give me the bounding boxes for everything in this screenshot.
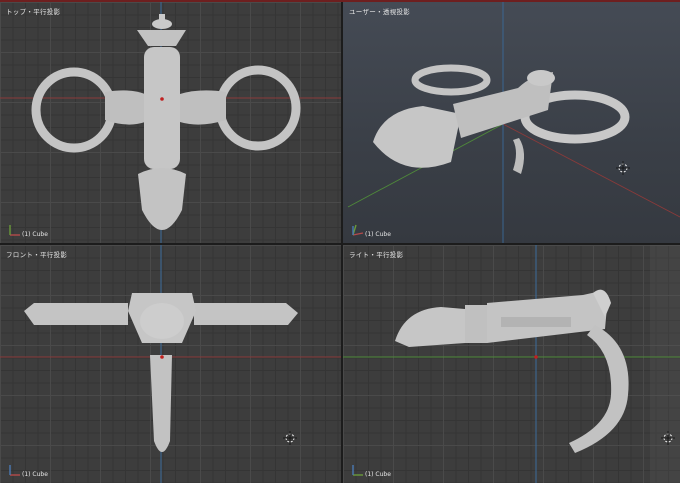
viewport-title: フロント・平行投影 <box>6 251 68 259</box>
active-object-label: (1) Cube <box>365 471 391 478</box>
user-view-scene <box>347 2 680 243</box>
viewport-right[interactable]: ライト・平行投影 (1) Cube <box>343 245 680 483</box>
model-front <box>24 293 298 452</box>
viewport-user-perspective[interactable]: ユーザー・透視投影 (1) Cube <box>343 2 680 243</box>
viewport-top[interactable]: トップ・平行投影 (1) Cube <box>0 2 341 243</box>
front-view-scene <box>0 245 341 483</box>
active-object-label: (1) Cube <box>22 471 48 478</box>
model-user <box>373 64 630 174</box>
model-top <box>31 14 301 230</box>
viewport-front[interactable]: フロント・平行投影 (1) Cube <box>0 245 341 483</box>
3d-cursor-icon[interactable] <box>283 431 297 445</box>
3d-cursor-icon[interactable] <box>661 431 675 445</box>
viewport-title: ライト・平行投影 <box>349 251 404 259</box>
axis-gizmo-icon <box>352 224 364 236</box>
axis-gizmo-icon <box>9 225 20 236</box>
axis-gizmo-icon <box>9 465 20 476</box>
active-object-label: (1) Cube <box>22 231 48 238</box>
3d-cursor-icon[interactable] <box>616 161 630 175</box>
viewport-title: ユーザー・透視投影 <box>349 8 411 16</box>
axis-gizmo-icon <box>352 465 363 476</box>
active-object-label: (1) Cube <box>365 231 391 238</box>
right-view-scene <box>343 245 680 483</box>
top-view-scene <box>0 2 341 243</box>
viewport-title: トップ・平行投影 <box>6 8 61 16</box>
model-right <box>395 289 629 453</box>
